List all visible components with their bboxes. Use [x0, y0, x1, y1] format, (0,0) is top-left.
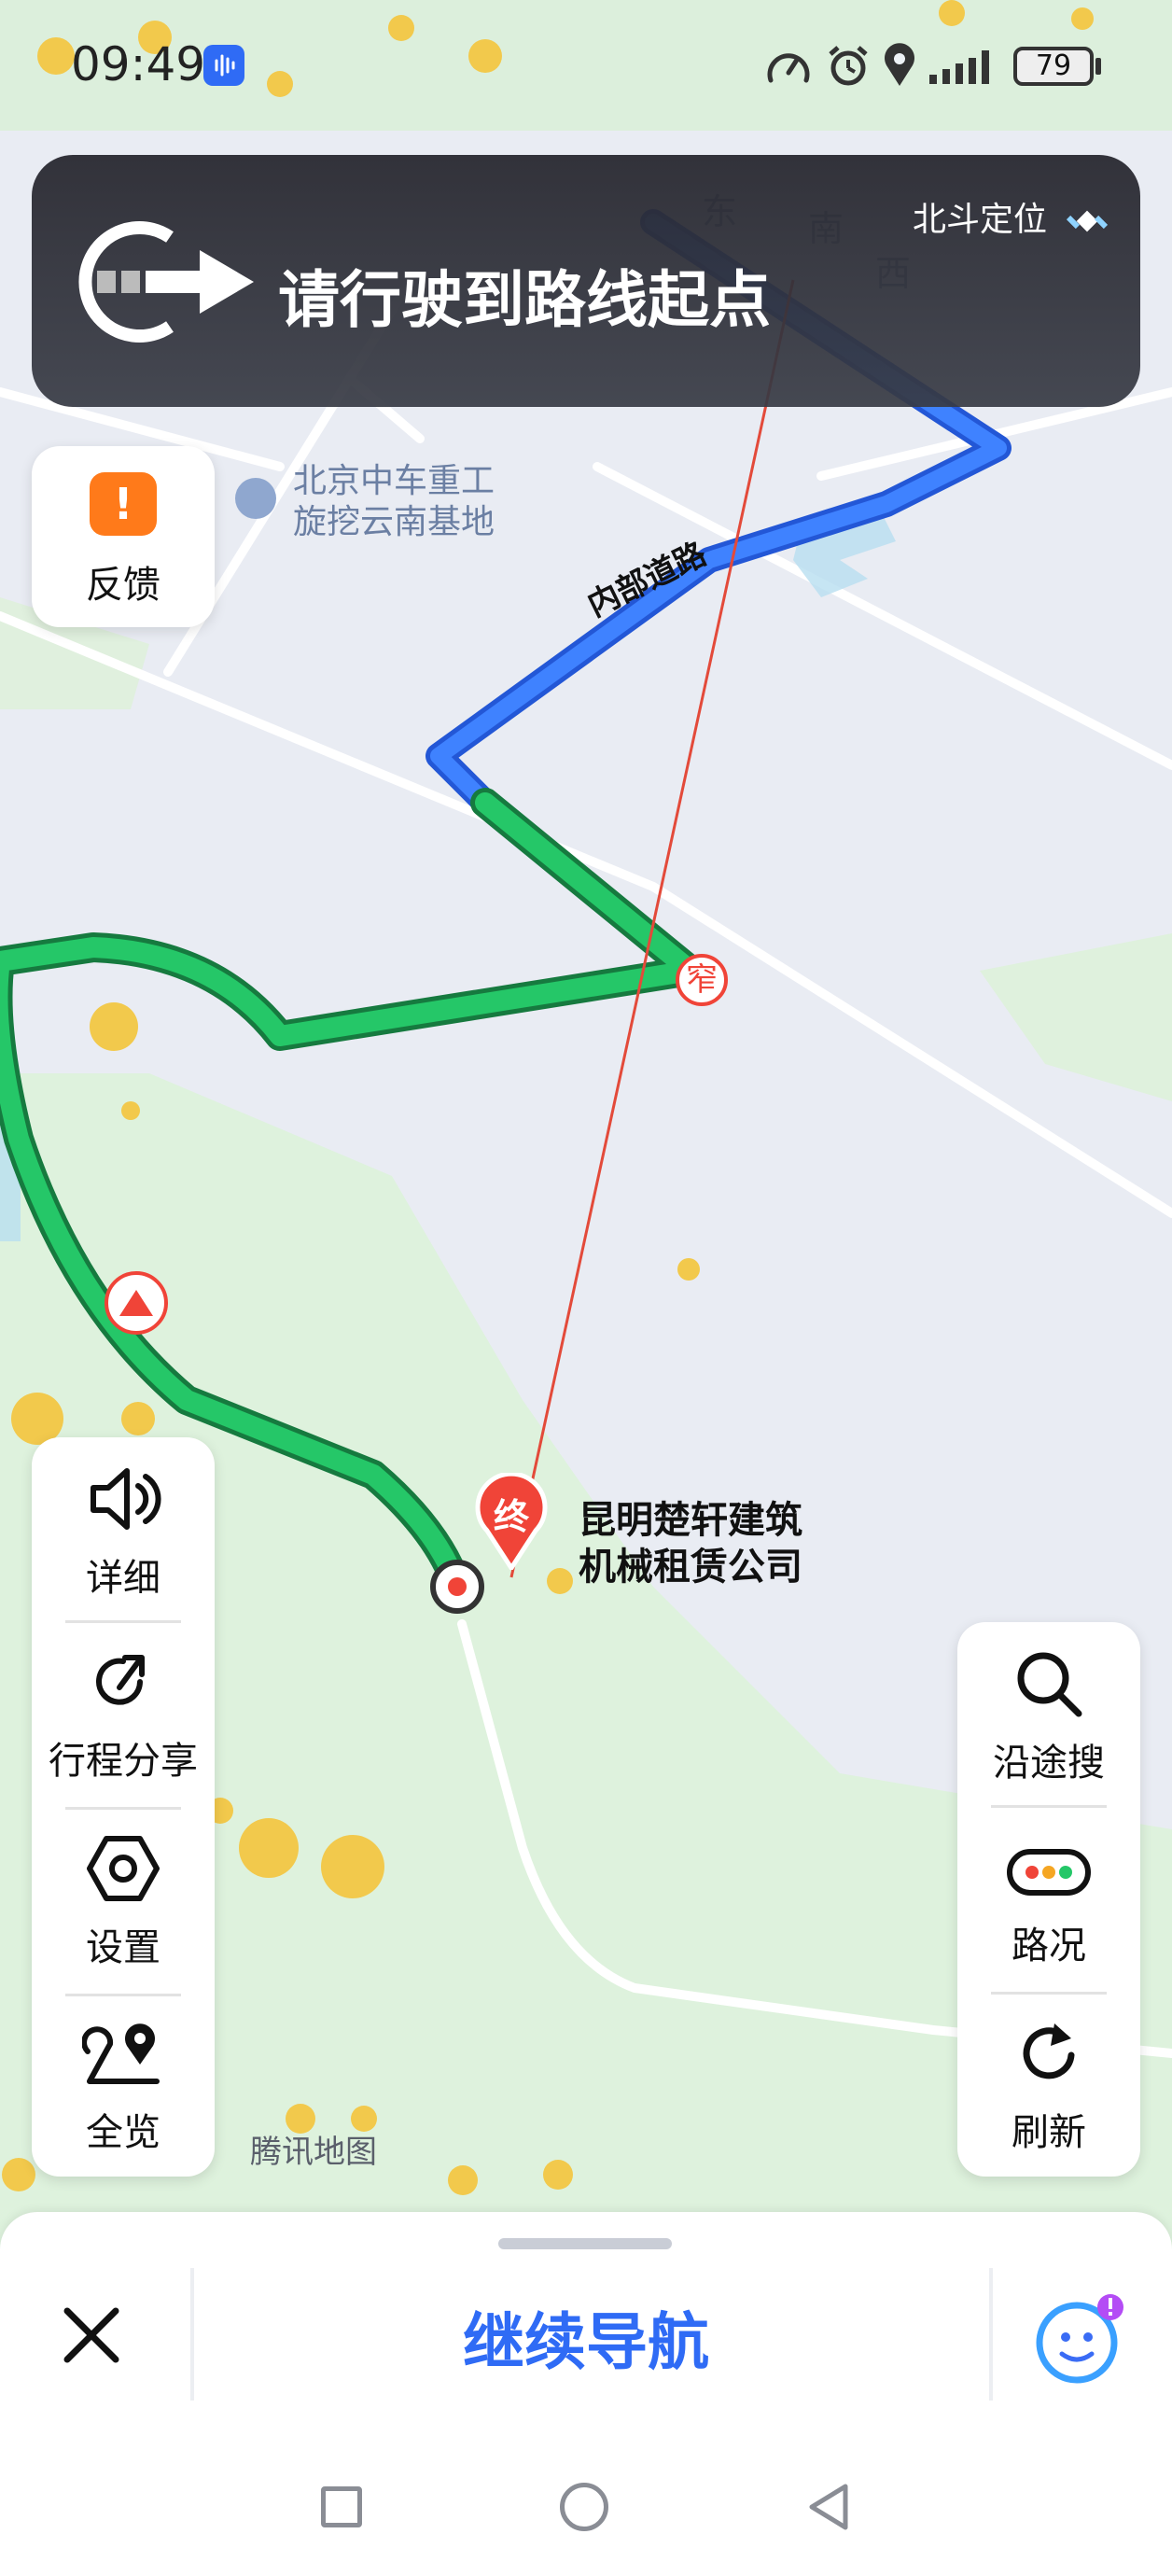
sheet-handle[interactable]	[498, 2238, 672, 2249]
speaker-icon	[91, 1468, 161, 1530]
feedback-label: 反馈	[86, 564, 160, 607]
divider	[989, 2268, 993, 2401]
battery-tip	[1095, 58, 1101, 75]
signal-icon	[929, 49, 998, 90]
refresh-label: 刷新	[1012, 2111, 1086, 2154]
share-trip-button[interactable]: 行程分享	[32, 1622, 215, 1805]
right-tool-panel: 沿途搜 路况 刷新	[957, 1622, 1140, 2177]
navigation-banner: 请行驶到路线起点 北斗定位	[32, 155, 1140, 407]
narrow-road-marker: 窄	[676, 954, 728, 1006]
poi-factory-label[interactable]: 北京中车重工 旋挖云南基地	[293, 461, 495, 543]
assistant-face-icon	[1036, 2294, 1123, 2384]
settings-label: 设置	[86, 1926, 160, 1969]
refresh-button[interactable]: 刷新	[957, 1994, 1140, 2177]
poi-factory-line2: 旋挖云南基地	[293, 503, 495, 541]
search-along-button[interactable]: 沿途搜	[957, 1622, 1140, 1805]
system-nav-recents[interactable]	[321, 2486, 362, 2527]
map-watermark: 腾讯地图	[250, 2134, 377, 2171]
refresh-icon	[1023, 2023, 1075, 2079]
status-time: 09:49	[71, 37, 206, 91]
poi-factory-line1: 北京中车重工	[293, 462, 495, 500]
positioning-status: 北斗定位	[913, 192, 1109, 244]
search-icon	[1017, 1652, 1082, 1717]
overview-label: 全览	[86, 2111, 160, 2154]
detail-button[interactable]: 详细	[32, 1437, 215, 1620]
share-icon	[96, 1655, 145, 1705]
satellite-icon	[1067, 210, 1109, 232]
narrow-road-label: 窄	[686, 961, 718, 999]
turn-around-arrow-icon	[78, 221, 254, 343]
positioning-label: 北斗定位	[913, 201, 1048, 239]
location-icon	[883, 43, 916, 91]
close-icon	[63, 2307, 119, 2363]
traffic-label: 路况	[1012, 1925, 1086, 1967]
share-trip-label: 行程分享	[49, 1740, 198, 1783]
destination-label[interactable]: 昆明楚轩建筑 机械租赁公司	[579, 1497, 802, 1590]
nav-instruction: 请行驶到路线起点	[278, 264, 771, 336]
destination-marker-label: 终	[493, 1496, 529, 1537]
left-tool-panel: 详细 行程分享 设置 全览	[32, 1437, 215, 2177]
overview-button[interactable]: 全览	[32, 1995, 215, 2177]
gear-icon	[87, 1836, 160, 1901]
assistant-button[interactable]	[1028, 2287, 1131, 2389]
divider	[190, 2268, 194, 2401]
feedback-button[interactable]: ! 反馈	[32, 446, 215, 627]
voice-assistant-icon	[203, 45, 244, 86]
traffic-button[interactable]: 路况	[957, 1807, 1140, 1990]
continue-navigation-button[interactable]: 继续导航	[233, 2292, 939, 2382]
feedback-icon: !	[90, 472, 157, 536]
route-overview-icon	[82, 2023, 160, 2084]
speed-icon	[765, 45, 812, 91]
battery-indicator: 79	[1013, 47, 1094, 86]
alarm-icon	[825, 43, 872, 93]
close-button[interactable]	[47, 2290, 136, 2380]
system-nav-home[interactable]	[560, 2483, 608, 2531]
destination-marker[interactable]: 终	[474, 1471, 549, 1573]
detail-label: 详细	[86, 1557, 160, 1600]
destination-line1: 昆明楚轩建筑	[579, 1499, 802, 1542]
system-nav-back-icon[interactable]	[804, 2481, 851, 2533]
settings-button[interactable]: 设置	[32, 1809, 215, 1992]
search-along-label: 沿途搜	[993, 1742, 1105, 1785]
destination-line2: 机械租赁公司	[579, 1546, 802, 1589]
traffic-icon	[1007, 1849, 1091, 1896]
status-bar: 09:49 79	[0, 0, 1172, 140]
